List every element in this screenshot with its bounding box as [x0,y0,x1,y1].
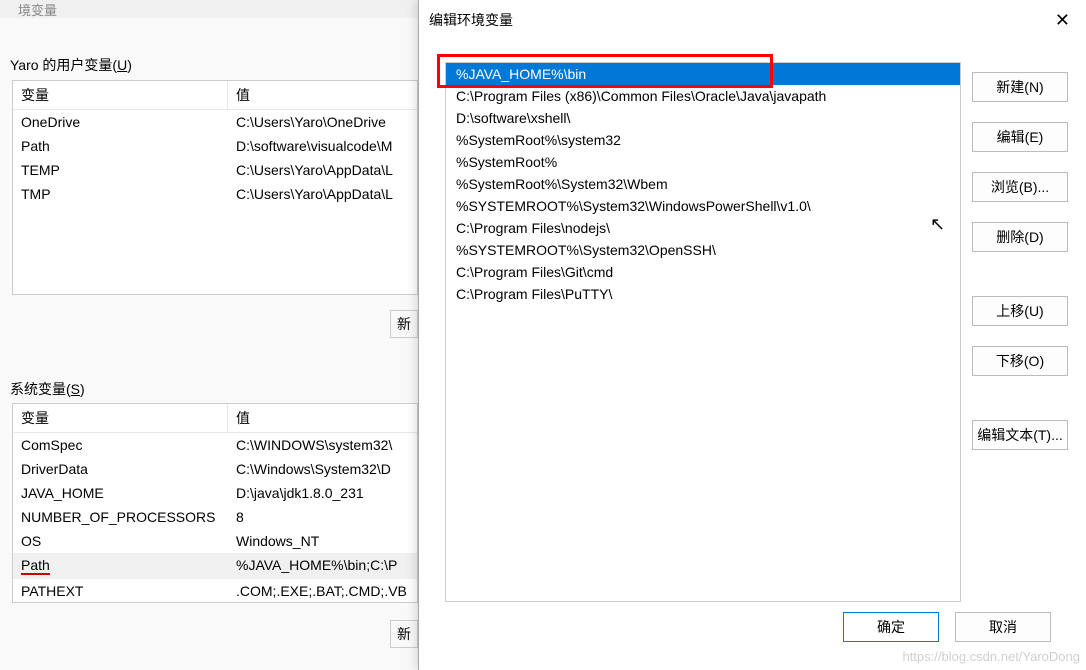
cell-value: 8 [228,507,417,527]
list-item[interactable]: %SystemRoot% [446,151,960,173]
edit-text-button[interactable]: 编辑文本(T)... [972,420,1068,450]
list-item[interactable]: C:\Program Files\Git\cmd [446,261,960,283]
cell-variable: ComSpec [13,435,228,455]
table-row[interactable]: ComSpecC:\WINDOWS\system32\ [13,433,417,457]
user-vars-header: 变量 值 [13,81,417,110]
cell-variable: OS [13,531,228,551]
table-row[interactable]: TEMPC:\Users\Yaro\AppData\L [13,158,417,182]
cell-value: Windows_NT [228,531,417,551]
cell-variable: OneDrive [13,112,228,132]
delete-button[interactable]: 删除(D) [972,222,1068,252]
col-header-variable[interactable]: 变量 [13,81,228,109]
path-entries-listbox[interactable]: %JAVA_HOME%\binC:\Program Files (x86)\Co… [445,62,961,602]
cell-value: %JAVA_HOME%\bin;C:\P [228,555,417,577]
cell-variable: Path [13,136,228,156]
system-vars-header: 变量 值 [13,404,417,433]
table-row[interactable]: NUMBER_OF_PROCESSORS8 [13,505,417,529]
table-row[interactable]: JAVA_HOMED:\java\jdk1.8.0_231 [13,481,417,505]
list-item[interactable]: %SystemRoot%\system32 [446,129,960,151]
col-header-value[interactable]: 值 [228,81,417,109]
dialog-title: 编辑环境变量 [429,10,513,30]
list-item[interactable]: %JAVA_HOME%\bin [446,63,960,85]
move-up-button[interactable]: 上移(U) [972,296,1068,326]
table-row[interactable]: OneDriveC:\Users\Yaro\OneDrive [13,110,417,134]
cell-variable: JAVA_HOME [13,483,228,503]
user-vars-section-label: Yaro 的用户变量(U) [10,55,132,75]
col-header-value[interactable]: 值 [228,404,417,432]
table-row[interactable]: OSWindows_NT [13,529,417,553]
cell-variable: PATHEXT [13,581,228,601]
new-button[interactable]: 新建(N) [972,72,1068,102]
cell-value: D:\software\visualcode\M [228,136,417,156]
system-vars-section-label: 系统变量(S) [10,379,85,399]
browse-button[interactable]: 浏览(B)... [972,172,1068,202]
table-row[interactable]: TMPC:\Users\Yaro\AppData\L [13,182,417,206]
col-header-variable[interactable]: 变量 [13,404,228,432]
user-vars-table[interactable]: 变量 值 OneDriveC:\Users\Yaro\OneDrivePathD… [12,80,418,295]
cell-variable: TMP [13,184,228,204]
list-item[interactable]: %SYSTEMROOT%\System32\OpenSSH\ [446,239,960,261]
cell-value: C:\Windows\System32\D [228,459,417,479]
cell-value: C:\Users\Yaro\AppData\L [228,184,417,204]
close-icon[interactable]: ✕ [1055,10,1070,31]
edit-button[interactable]: 编辑(E) [972,122,1068,152]
cell-value: .COM;.EXE;.BAT;.CMD;.VB [228,581,417,601]
table-row[interactable]: DriverDataC:\Windows\System32\D [13,457,417,481]
table-row[interactable]: Path%JAVA_HOME%\bin;C:\P [13,553,417,579]
move-down-button[interactable]: 下移(O) [972,346,1068,376]
list-item[interactable]: %SystemRoot%\System32\Wbem [446,173,960,195]
cell-variable: NUMBER_OF_PROCESSORS [13,507,228,527]
system-vars-table[interactable]: 变量 值 ComSpecC:\WINDOWS\system32\DriverDa… [12,403,418,603]
user-new-button-partial[interactable]: 新 [390,310,418,338]
cell-value: C:\Users\Yaro\AppData\L [228,160,417,180]
list-item[interactable]: C:\Program Files\nodejs\ [446,217,960,239]
watermark: https://blog.csdn.net/YaroDong [902,649,1080,664]
ok-button[interactable]: 确定 [843,612,939,642]
cell-variable: DriverData [13,459,228,479]
cancel-button[interactable]: 取消 [955,612,1051,642]
system-new-button-partial[interactable]: 新 [390,620,418,648]
cell-variable: Path [13,555,228,577]
table-row[interactable]: PathD:\software\visualcode\M [13,134,417,158]
cell-value: C:\WINDOWS\system32\ [228,435,417,455]
table-row[interactable]: PATHEXT.COM;.EXE;.BAT;.CMD;.VB [13,579,417,603]
cell-variable: TEMP [13,160,228,180]
list-item[interactable]: D:\software\xshell\ [446,107,960,129]
list-item[interactable]: %SYSTEMROOT%\System32\WindowsPowerShell\… [446,195,960,217]
list-item[interactable]: C:\Program Files (x86)\Common Files\Orac… [446,85,960,107]
cell-value: C:\Users\Yaro\OneDrive [228,112,417,132]
edit-path-dialog: 编辑环境变量 ✕ %JAVA_HOME%\binC:\Program Files… [418,0,1086,670]
cell-value: D:\java\jdk1.8.0_231 [228,483,417,503]
list-item[interactable]: C:\Program Files\PuTTY\ [446,283,960,305]
